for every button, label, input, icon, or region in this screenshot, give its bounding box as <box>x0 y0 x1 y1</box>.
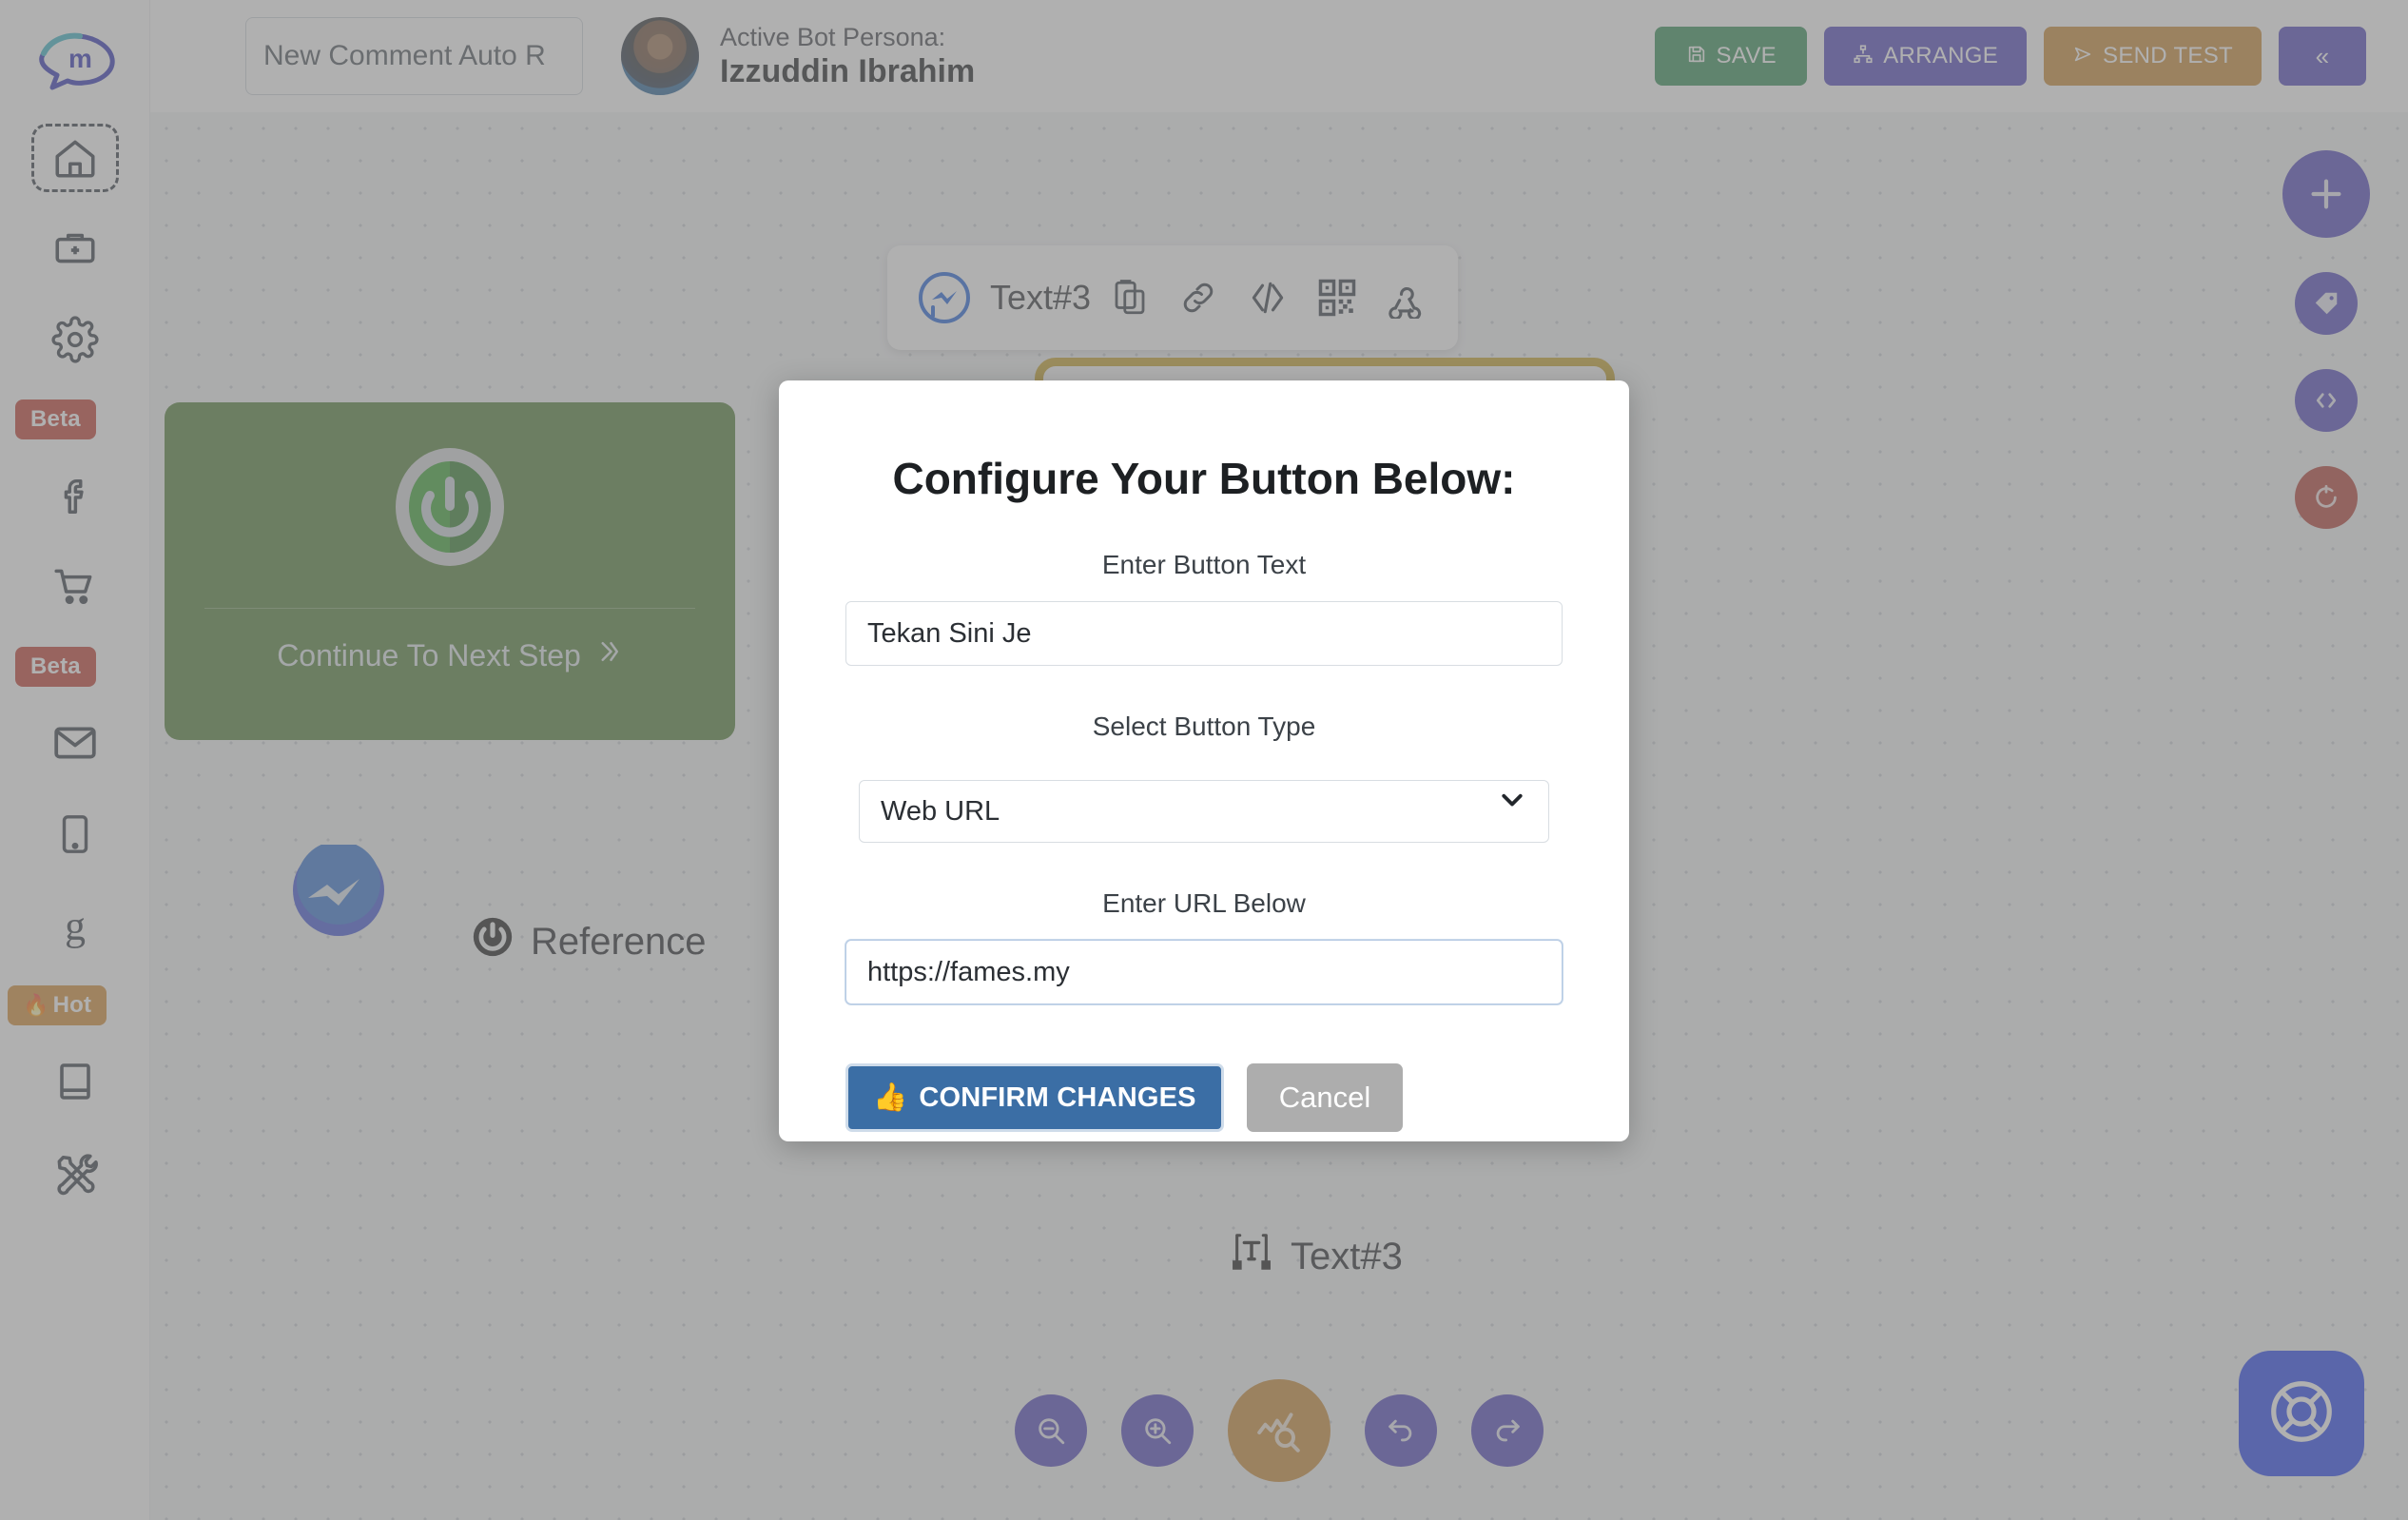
sidebar-badge-hot-label: Hot <box>52 992 92 1018</box>
arrange-button-label: ARRANGE <box>1883 43 1999 68</box>
tag-icon[interactable] <box>2295 272 2358 335</box>
confirm-changes-label: CONFIRM CHANGES <box>919 1082 1196 1113</box>
flow-node-header[interactable]: Text#3 <box>887 245 1458 350</box>
button-type-label: Select Button Type <box>1092 711 1316 741</box>
sidebar-item-tools[interactable] <box>31 1138 119 1208</box>
persona-text: Active Bot Persona: Izzuddin Ibrahim <box>720 23 975 89</box>
modal-title: Configure Your Button Below: <box>892 454 1516 503</box>
confirm-changes-button[interactable]: 👍 CONFIRM CHANGES <box>845 1063 1224 1132</box>
canvas-zoom-toolbar <box>1015 1379 1544 1482</box>
text-tool-icon <box>1230 1230 1273 1283</box>
sidebar-item-email[interactable] <box>31 708 119 778</box>
modal-actions: 👍 CONFIRM CHANGES Cancel <box>845 1063 1563 1132</box>
sitemap-icon <box>1853 44 1874 68</box>
button-text-input[interactable] <box>845 601 1563 666</box>
canvas-label-text3: Text#3 <box>1230 1230 1403 1283</box>
node-cta-label: Continue To Next Step <box>277 637 581 672</box>
power-button-icon <box>389 446 511 568</box>
sidebar-item-toolbox[interactable] <box>31 213 119 283</box>
sidebar-item-library[interactable] <box>31 1046 119 1117</box>
save-button[interactable]: SAVE <box>1655 27 1808 86</box>
zoom-out-icon[interactable] <box>1015 1394 1087 1467</box>
sidebar-item-facebook[interactable] <box>31 460 119 531</box>
canvas-right-rail <box>2282 150 2370 529</box>
button-text-label: Enter Button Text <box>1101 550 1307 579</box>
flame-icon: 🔥 <box>23 993 49 1017</box>
power-icon <box>472 916 514 967</box>
button-type-select[interactable]: Web URL <box>859 780 1549 843</box>
cancel-button[interactable]: Cancel <box>1246 1063 1404 1132</box>
flow-name-input[interactable]: New Comment Auto R <box>245 17 583 95</box>
url-label: Enter URL Below <box>1102 888 1306 918</box>
sidebar-badge-hot-row: 🔥 Hot <box>0 985 149 1025</box>
double-chevron-left-icon: « <box>2315 41 2330 70</box>
flow-name-value: New Comment Auto R <box>263 40 546 71</box>
zoom-fit-icon[interactable] <box>1228 1379 1330 1482</box>
sidebar-item-sms[interactable] <box>31 799 119 869</box>
sidebar-item-home[interactable] <box>30 124 119 192</box>
sidebar-badge-beta: Beta <box>15 399 96 439</box>
send-test-button[interactable]: SEND TEST <box>2044 27 2262 86</box>
card-divider <box>204 608 695 609</box>
app-root: Text#3 Continue To Next Step Reference T… <box>0 0 2408 1520</box>
undo-icon[interactable] <box>1365 1394 1437 1467</box>
double-chevron-right-icon <box>594 637 623 673</box>
sidebar-item-ecommerce[interactable] <box>31 552 119 622</box>
sidebar-badge-hot: 🔥 Hot <box>8 985 107 1025</box>
send-test-button-label: SEND TEST <box>2103 43 2233 68</box>
sidebar-item-google[interactable]: g <box>31 890 119 961</box>
collapse-panel-button[interactable]: « <box>2279 27 2366 86</box>
qr-code-icon[interactable] <box>1317 278 1357 318</box>
persona-label: Active Bot Persona: <box>720 22 946 51</box>
sidebar-badge-beta-2-row: Beta <box>0 647 149 687</box>
code-icon[interactable] <box>2295 369 2358 432</box>
node-cta[interactable]: Continue To Next Step <box>277 637 623 673</box>
flow-node-green-card[interactable]: Continue To Next Step <box>165 402 735 740</box>
canvas-label-text: Text#3 <box>1291 1235 1403 1277</box>
add-node-button[interactable] <box>2282 150 2370 238</box>
zoom-in-icon[interactable] <box>1121 1394 1194 1467</box>
mobilemonkey-logo-icon[interactable]: m <box>34 21 116 103</box>
sidebar: m Beta Beta g 🔥 Hot <box>0 0 150 1520</box>
arrange-button[interactable]: ARRANGE <box>1824 27 2028 86</box>
flow-node-title: Text#3 <box>990 278 1092 317</box>
lifebuoy-icon <box>2264 1374 2339 1453</box>
sidebar-item-settings[interactable] <box>31 304 119 375</box>
button-type-value: Web URL <box>881 795 1000 827</box>
refresh-icon[interactable] <box>2295 466 2358 529</box>
svg-text:m: m <box>68 44 92 73</box>
active-bot-persona[interactable]: Active Bot Persona: Izzuddin Ibrahim <box>621 17 975 95</box>
configure-button-modal: Configure Your Button Below: Enter Butto… <box>779 380 1629 1141</box>
flow-node-tools <box>1110 277 1427 319</box>
button-type-select-wrap: Web URL <box>859 761 1549 843</box>
svg-text:g: g <box>65 904 86 949</box>
top-bar: New Comment Auto R Active Bot Persona: I… <box>150 0 2408 112</box>
paper-plane-icon <box>2072 44 2093 68</box>
canvas-label-text: Reference <box>531 920 707 963</box>
persona-name: Izzuddin Ibrahim <box>720 53 976 90</box>
webhook-icon[interactable] <box>1386 277 1427 319</box>
sidebar-badge-beta: Beta <box>15 647 96 687</box>
top-bar-actions: SAVE ARRANGE SEND TEST « <box>1655 27 2366 86</box>
floppy-disk-icon <box>1686 44 1707 68</box>
code-icon[interactable] <box>1247 277 1289 319</box>
thumbs-up-icon: 👍 <box>873 1082 908 1113</box>
messenger-icon <box>918 271 971 324</box>
link-icon[interactable] <box>1178 278 1218 318</box>
redo-icon[interactable] <box>1471 1394 1544 1467</box>
url-input[interactable] <box>845 940 1563 1004</box>
save-button-label: SAVE <box>1716 43 1777 68</box>
avatar <box>621 17 699 95</box>
sidebar-badge-beta-1-row: Beta <box>0 399 149 439</box>
clipboard-icon[interactable] <box>1110 278 1150 318</box>
messenger-badge-icon <box>293 841 384 936</box>
support-button[interactable] <box>2239 1351 2364 1476</box>
canvas-label-reference: Reference <box>472 916 707 967</box>
